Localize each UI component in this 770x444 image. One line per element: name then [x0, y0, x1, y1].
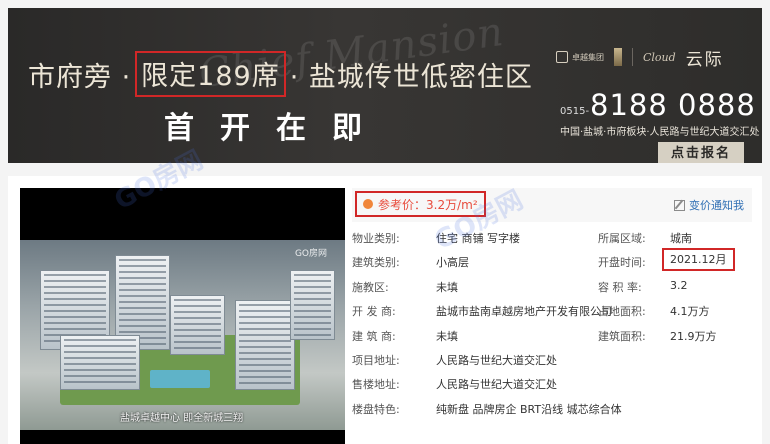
detail-value: 21.9万方: [670, 329, 717, 343]
photo-caption: 盐城卓越中心 即全新城三翔: [120, 413, 244, 424]
price-dot-icon: [363, 199, 373, 209]
developer-logo-text: 卓越集团: [572, 52, 604, 62]
detail-label: 建筑类别:: [352, 256, 400, 270]
banner-address: 中国·盐城·市府板块·人民路与世纪大道交汇处: [560, 127, 760, 138]
detail-value: 3.2: [670, 278, 688, 292]
model-scene: [20, 240, 345, 430]
price-label: 参考价：3.2万/m²: [378, 197, 478, 212]
signup-button[interactable]: 点击报名: [658, 142, 744, 163]
detail-value: 未填: [436, 280, 458, 294]
detail-row: 物业类别: 住宅 商铺 写字楼 所属区域: 城南: [352, 224, 752, 248]
detail-label: 建 筑 商:: [352, 329, 396, 343]
detail-label: 楼盘特色:: [352, 402, 400, 416]
building: [290, 270, 335, 340]
detail-label: 容 积 率:: [598, 280, 642, 294]
reference-price: 参考价：3.2万/m²: [355, 191, 486, 217]
detail-value: 城南: [670, 232, 692, 245]
detail-label: 项目地址:: [352, 353, 400, 367]
detail-table: 物业类别: 住宅 商铺 写字楼 所属区域: 城南 建筑类别: 小高层 开盘时间:…: [352, 224, 752, 419]
banner-headline: 市府旁 · 限定189席 · 盐城传世低密住区: [28, 51, 533, 97]
detail-label: 占地面积:: [598, 305, 646, 319]
page: Chief Mansion 市府旁 · 限定189席 · 盐城传世低密住区 首开…: [0, 0, 770, 444]
headline-highlight: 限定189席: [135, 51, 286, 97]
detail-row: 楼盘特色: 纯新盘 品牌房企 BRT沿线 城芯综合体: [352, 395, 752, 419]
brand-row: 卓越集团 Cloud 云际: [556, 44, 756, 70]
detail-value: 4.1万方: [670, 305, 710, 319]
detail-value: 未填: [436, 329, 458, 343]
building: [235, 300, 295, 390]
detail-row: 开 发 商: 盐城市盐南卓越房地产开发有限公司 占地面积: 4.1万方: [352, 297, 752, 321]
price-change-notify-link[interactable]: 变价通知我: [674, 197, 744, 213]
headline-prefix: 市府旁 ·: [28, 61, 132, 93]
project-photo[interactable]: GO房网 盐城卓越中心 即全新城三翔: [20, 188, 345, 444]
phone-prefix: 0515-: [560, 106, 590, 117]
detail-value: 小高层: [436, 256, 469, 270]
price-bar: 参考价：3.2万/m² 变价通知我: [352, 188, 752, 222]
detail-row: 售楼地址: 人民路与世纪大道交汇处: [352, 370, 752, 394]
detail-value: 人民路与世纪大道交汇处: [436, 353, 557, 367]
pool: [150, 370, 210, 388]
detail-label: 施教区:: [352, 280, 389, 294]
photo-logo-watermark: GO房网: [294, 249, 327, 259]
center-logo: [614, 48, 622, 66]
detail-value: 盐城市盐南卓越房地产开发有限公司: [436, 305, 612, 319]
building: [170, 295, 225, 355]
detail-row: 建 筑 商: 未填 建筑面积: 21.9万方: [352, 322, 752, 346]
brand-divider: [632, 48, 633, 66]
project-info: 参考价：3.2万/m² 变价通知我 物业类别: 住宅 商铺 写字楼 所属区域: …: [352, 188, 752, 419]
detail-label: 开 发 商:: [352, 305, 396, 319]
detail-value: 住宅 商铺 写字楼: [436, 232, 520, 245]
detail-label: 建筑面积:: [598, 329, 646, 343]
tower-icon: [614, 48, 622, 66]
developer-logo: 卓越集团: [556, 51, 604, 63]
listing-card: GO房网 盐城卓越中心 即全新城三翔 参考价：3.2万/m² 变价通知我 物业类…: [8, 176, 762, 444]
hotline-number: 8188 0888: [590, 88, 756, 122]
building: [60, 335, 140, 390]
detail-row: 施教区: 未填 容 积 率: 3.2: [352, 273, 752, 297]
detail-label: 售楼地址:: [352, 378, 400, 392]
detail-label: 所属区域:: [598, 232, 646, 245]
detail-value: 人民路与世纪大道交汇处: [436, 378, 557, 392]
detail-row: 项目地址: 人民路与世纪大道交汇处: [352, 346, 752, 370]
detail-label: 物业类别:: [352, 232, 400, 245]
banner-subhead: 首开在即: [164, 111, 388, 146]
notify-label: 变价通知我: [689, 199, 744, 212]
detail-value: 纯新盘 品牌房企 BRT沿线 城芯综合体: [436, 402, 622, 416]
headline-suffix: · 盐城传世低密住区: [289, 61, 533, 93]
edit-icon: [674, 199, 685, 211]
brand-script: Cloud: [643, 50, 676, 64]
opening-date-value: 2021.12月: [662, 248, 735, 272]
detail-row: 建筑类别: 小高层 开盘时间: 2021.12月: [352, 248, 752, 272]
detail-label: 开盘时间:: [598, 256, 646, 270]
ad-banner[interactable]: Chief Mansion 市府旁 · 限定189席 · 盐城传世低密住区 首开…: [8, 8, 762, 163]
developer-logo-icon: [556, 51, 568, 63]
brand-name: 云际: [685, 49, 724, 70]
